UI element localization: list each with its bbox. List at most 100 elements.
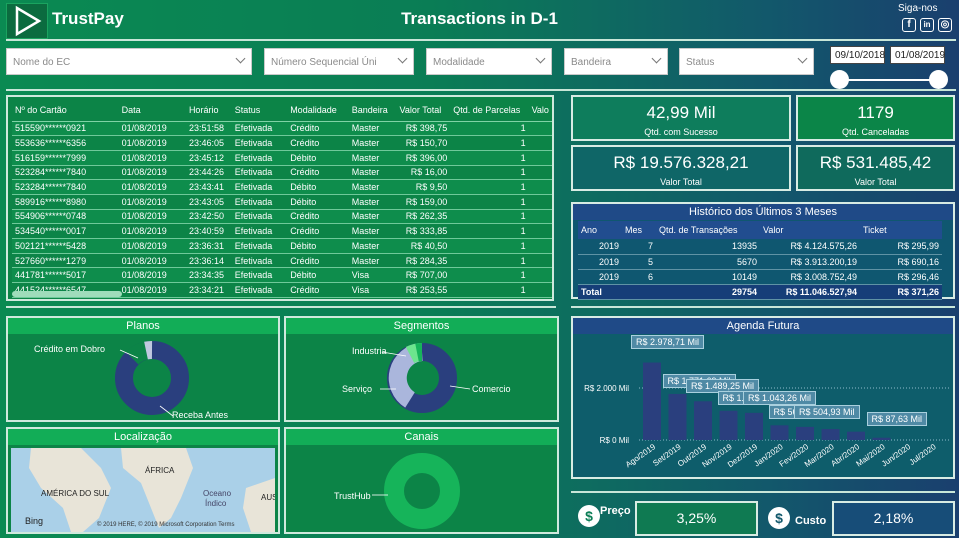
terms-link[interactable]: Terms [218,522,234,528]
x-tick-label: Jul/2020 [908,442,938,467]
table-cell: 01/08/2019 [118,150,186,166]
filter-divider [6,89,956,91]
map[interactable]: ÁFRICA AMÉRICA DO SUL Oceano Índico AUS … [11,448,275,532]
col-qtd[interactable]: Qtd. de Transações [656,221,760,239]
bar[interactable] [821,429,840,440]
col-modalidade[interactable]: Modalidade [287,99,349,122]
page-title: Transactions in D-1 [401,9,558,28]
table-cell: 6 [622,269,656,285]
table-row[interactable]: 527660******1279 01/08/2019 23:36:14 Efetiv… [12,253,552,269]
bar[interactable] [643,362,661,440]
historico-table[interactable]: Histórico dos Últimos 3 Meses Ano Mes Qt… [571,202,955,300]
kpi-valor-total-2: R$ 531.485,42 Valor Total [796,145,955,191]
col-horario[interactable]: Horário [185,99,232,122]
table-cell: 23:36:31 [185,238,232,254]
bandeira-filter-label: Bandeira [571,57,612,68]
table-cell: 01/08/2019 [118,135,186,151]
table-cell: Efetivada [231,209,288,225]
table-row[interactable]: 516159******7999 01/08/2019 23:45:12 Efetiv… [12,150,552,166]
segmentos-donut-chart[interactable] [286,334,557,420]
agenda-bar-chart[interactable]: R$ 2.000 MilR$ 0 MilAgo/2019Set/2019Out/… [573,334,953,477]
table-cell: 01/08/2019 [118,165,186,181]
bar[interactable] [745,412,763,440]
table-row[interactable]: 515590******0921 01/08/2019 23:51:58 Efetiv… [12,121,552,137]
table-row[interactable]: 553636******6356 01/08/2019 23:46:05 Efetiv… [12,135,552,151]
table-cell: 516159******7999 [12,150,119,166]
col-status[interactable]: Status [231,99,288,122]
date-to-input[interactable]: 01/08/2019 [890,46,945,64]
ec-filter-label: Nome do EC [13,57,71,68]
table-row[interactable]: 2019 5 5670 R$ 3.913.200,19 R$ 690,16 [578,254,942,270]
ec-filter[interactable]: Nome do EC [6,48,252,75]
bar[interactable] [668,393,687,440]
table-cell [528,194,552,210]
planos-label-credito: Crédito em Dobro [34,344,106,354]
modalidade-filter[interactable]: Modalidade [426,48,552,75]
table-row[interactable]: 2019 6 10149 R$ 3.008.752,49 R$ 296,46 [578,269,942,285]
table-row[interactable]: 523284******7840 01/08/2019 23:44:26 Efetiv… [12,165,552,181]
date-slider-start-handle[interactable] [830,70,849,89]
kpi-sucesso-value: 42,99 Mil [646,103,716,122]
table-cell [528,150,552,166]
total-cell: R$ 371,26 [860,284,942,300]
table-row[interactable]: 441781******5017 01/08/2019 23:34:35 Efetiv… [12,267,552,284]
horizontal-scrollbar[interactable] [12,291,122,297]
bar[interactable] [719,410,738,440]
col-ano[interactable]: Ano [578,221,622,239]
table-row[interactable]: 589916******8980 01/08/2019 23:43:05 Efetiv… [12,194,552,210]
donut-slice-trusthub[interactable] [384,453,460,529]
canais-donut-chart[interactable] [286,445,557,532]
date-from-input[interactable]: 09/10/2018 [830,46,885,64]
table-cell [528,282,552,298]
col-valor[interactable]: Valo [528,99,552,122]
table-cell [528,121,552,137]
table-cell: 01/08/2019 [118,253,186,269]
table-cell: 1 [450,165,529,181]
instagram-icon[interactable]: ◎ [938,18,952,32]
table-cell: Efetivada [231,223,288,239]
col-valor[interactable]: Valor [760,221,860,239]
col-valor-total[interactable]: Valor Total [396,99,451,122]
table-cell: Crédito [287,165,349,181]
col-bandeira[interactable]: Bandeira [348,99,397,122]
table-cell: 2019 [578,269,622,285]
table-row[interactable]: 502121******5428 01/08/2019 23:36:31 Efetiv… [12,238,552,254]
table-row[interactable]: 554906******0748 01/08/2019 23:42:50 Efetiv… [12,209,552,225]
donut-slice-other[interactable] [415,343,423,362]
y-tick-label: R$ 0 Mil [600,436,630,445]
seq-filter[interactable]: Número Sequencial Úni [264,48,414,75]
col-mes[interactable]: Mes [622,221,656,239]
date-slider-end-handle[interactable] [929,70,948,89]
table-cell: Master [348,179,397,195]
bar[interactable] [770,425,789,440]
transactions-table[interactable]: Nº do Cartão Data Horário Status Modalid… [6,95,554,301]
facebook-icon[interactable]: f [902,18,916,32]
table-cell: 1 [450,194,529,210]
table-cell: 554906******0748 [12,209,119,225]
table-cell: 01/08/2019 [118,267,186,284]
table-cell: 23:40:59 [185,223,232,239]
linkedin-icon[interactable]: in [920,18,934,32]
bar[interactable] [694,401,712,440]
bar[interactable] [872,437,891,440]
col-parcelas[interactable]: Qtd. de Parcelas [450,99,529,122]
table-cell: R$ 150,70 [396,135,451,151]
col-ticket[interactable]: Ticket [860,221,942,239]
total-row: Total 29754 R$ 11.046.527,94 R$ 371,26 [578,284,942,300]
bar[interactable] [796,426,814,440]
kpi-canceladas-label: Qtd. Canceladas [841,127,910,137]
col-data[interactable]: Data [118,99,186,122]
table-row[interactable]: 534540******0017 01/08/2019 23:40:59 Efetiv… [12,223,552,239]
table-cell: Crédito [287,282,349,298]
col-cartao[interactable]: Nº do Cartão [12,99,119,122]
table-row[interactable]: 2019 7 13935 R$ 4.124.575,26 R$ 295,99 [578,239,942,255]
bandeira-filter[interactable]: Bandeira [564,48,668,75]
donut-slice-other[interactable] [144,341,153,360]
status-filter[interactable]: Status [679,48,814,75]
segmentos-label-servico: Serviço [342,384,373,394]
map-copyright: © 2019 HERE, © 2019 Microsoft Corporatio… [97,522,234,528]
canais-title: Canais [286,429,557,445]
table-row[interactable]: 523284******7840 01/08/2019 23:43:41 Efetiv… [12,179,552,195]
bar[interactable] [847,431,865,440]
kpi-canceladas: 1179 Qtd. Canceladas [796,95,955,141]
